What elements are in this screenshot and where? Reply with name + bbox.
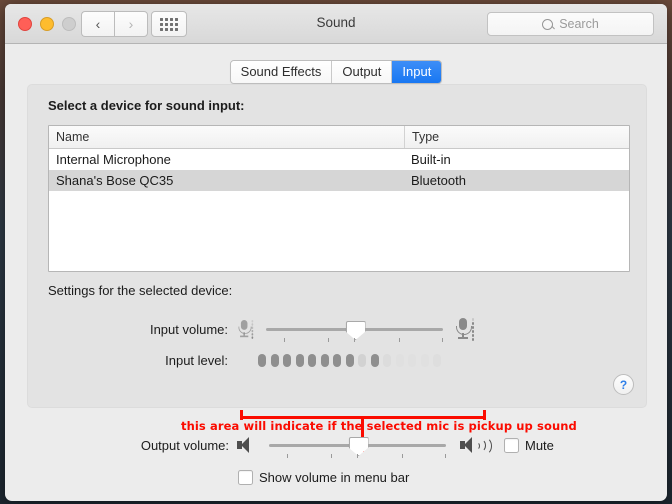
level-segment [320,354,329,367]
level-segment [433,354,441,367]
level-segment [295,354,304,367]
search-icon [542,18,554,30]
tab-input[interactable]: Input [392,61,442,83]
mute-label: Mute [525,437,554,453]
output-volume-slider[interactable] [269,436,446,458]
search-placeholder: Search [559,17,599,31]
device-type: Bluetooth [411,173,466,188]
slider-ticks [269,454,446,459]
window-titlebar: ‹ › Sound Search [5,4,667,44]
column-header-type[interactable]: Type [405,126,629,148]
input-level-row: Input level: [124,353,441,368]
level-segment [270,354,279,367]
microphone-low-icon [238,319,254,339]
level-segment [420,354,429,367]
output-volume-row: Output volume: Mute [125,436,554,458]
level-segment [358,354,366,367]
speaker-mute-icon [237,436,259,454]
tab-output[interactable]: Output [332,61,393,83]
column-header-name[interactable]: Name [49,126,405,148]
input-volume-row: Input volume: [124,317,474,342]
sound-preferences-window: ‹ › Sound Search Sound Effects Output In… [5,4,667,501]
input-settings-panel: Select a device for sound input: Name Ty… [27,84,647,408]
table-row[interactable]: Internal Microphone Built-in [49,149,629,170]
microphone-high-icon [455,317,474,341]
level-segment [383,354,391,367]
output-volume-label: Output volume: [140,437,229,453]
level-segment [395,354,404,367]
input-level-label: Input level: [165,353,228,368]
input-volume-slider[interactable] [266,320,443,342]
tab-sound-effects[interactable]: Sound Effects [230,61,333,83]
search-field[interactable]: Search [487,12,654,36]
speaker-loud-icon [460,436,492,455]
level-segment [370,354,379,367]
table-row[interactable]: Shana's Bose QC35 Bluetooth [49,170,629,191]
show-volume-label: Show volume in menu bar [259,470,410,485]
show-volume-checkbox[interactable] [238,470,253,485]
level-segment [308,354,316,367]
level-segment [258,354,266,367]
slider-ticks [266,338,443,343]
input-volume-label: Input volume: [149,321,228,337]
input-level-meter [258,354,441,367]
device-type: Built-in [411,152,451,167]
mute-checkbox[interactable] [504,437,519,453]
device-section-heading: Select a device for sound input: [48,98,245,113]
level-segment [345,354,354,367]
input-device-table[interactable]: Name Type Internal Microphone Built-in S… [48,125,630,272]
settings-heading: Settings for the selected device: [48,283,233,298]
level-segment [283,354,291,367]
device-name: Internal Microphone [56,152,171,167]
table-header-row: Name Type [49,126,629,149]
mute-checkbox-group[interactable]: Mute [504,437,554,453]
annotation-text: this area will indicate if the selected … [181,419,577,433]
show-volume-row[interactable]: Show volume in menu bar [238,470,409,485]
level-segment [408,354,416,367]
tab-bar: Sound Effects Output Input [5,60,667,84]
level-segment [333,354,341,367]
device-name: Shana's Bose QC35 [56,173,174,188]
help-button[interactable]: ? [613,374,634,395]
